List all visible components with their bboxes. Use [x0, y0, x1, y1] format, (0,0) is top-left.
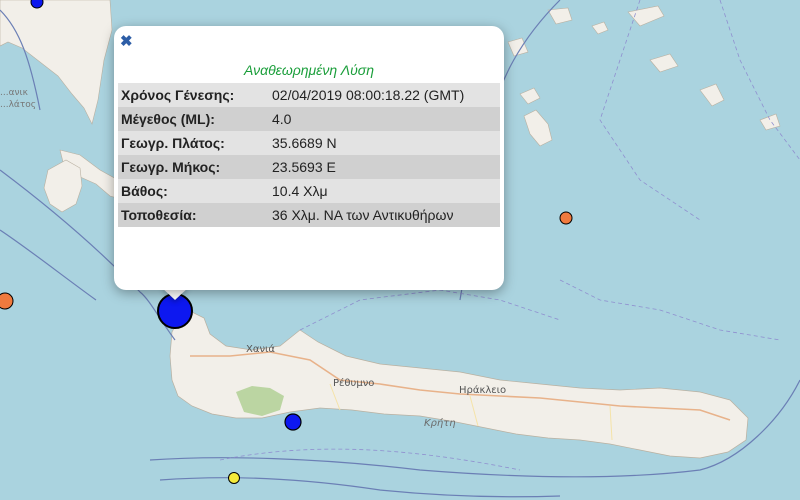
label-rethymno: Ρέθυμνο — [333, 378, 375, 389]
table-row: Γεωγρ. Πλάτος: 35.6689 N — [118, 131, 500, 155]
earthquake-marker[interactable] — [284, 413, 302, 431]
label-edge-top: ...ανικ — [0, 88, 28, 98]
label-crete: Κρήτη — [424, 418, 456, 429]
longitude-label: Γεωγρ. Μήκος: — [118, 155, 269, 179]
depth-label: Βάθος: — [118, 179, 269, 203]
latitude-label: Γεωγρ. Πλάτος: — [118, 131, 269, 155]
label-edge-bottom: ...λάτος — [0, 100, 37, 110]
label-chania: Χανιά — [246, 344, 276, 355]
earthquake-marker[interactable] — [559, 211, 573, 225]
latitude-value: 35.6689 N — [269, 131, 500, 155]
earthquake-info-table: Χρόνος Γένεσης: 02/04/2019 08:00:18.22 (… — [118, 83, 500, 227]
table-row: Γεωγρ. Μήκος: 23.5693 E — [118, 155, 500, 179]
origin-time-label: Χρόνος Γένεσης: — [118, 83, 269, 107]
table-row: Μέγεθος (ML): 4.0 — [118, 107, 500, 131]
magnitude-label: Μέγεθος (ML): — [118, 107, 269, 131]
earthquake-marker[interactable] — [0, 292, 14, 310]
table-row: Βάθος: 10.4 Χλμ — [118, 179, 500, 203]
location-label: Τοποθεσία: — [118, 203, 269, 227]
label-heraklion: Ηράκλειο — [459, 385, 507, 396]
depth-value: 10.4 Χλμ — [269, 179, 500, 203]
table-row: Χρόνος Γένεσης: 02/04/2019 08:00:18.22 (… — [118, 83, 500, 107]
table-row: Τοποθεσία: 36 Χλμ. ΝΑ των Αντικυθήρων — [118, 203, 500, 227]
earthquake-popup: ✖ Αναθεωρημένη Λύση Χρόνος Γένεσης: 02/0… — [114, 26, 504, 290]
origin-time-value: 02/04/2019 08:00:18.22 (GMT) — [269, 83, 500, 107]
location-value: 36 Χλμ. ΝΑ των Αντικυθήρων — [269, 203, 500, 227]
earthquake-marker[interactable] — [30, 0, 44, 9]
earthquake-marker[interactable] — [228, 472, 240, 484]
popup-title: Αναθεωρημένη Λύση — [244, 62, 374, 78]
magnitude-value: 4.0 — [269, 107, 500, 131]
longitude-value: 23.5693 E — [269, 155, 500, 179]
close-icon[interactable]: ✖ — [120, 34, 133, 49]
